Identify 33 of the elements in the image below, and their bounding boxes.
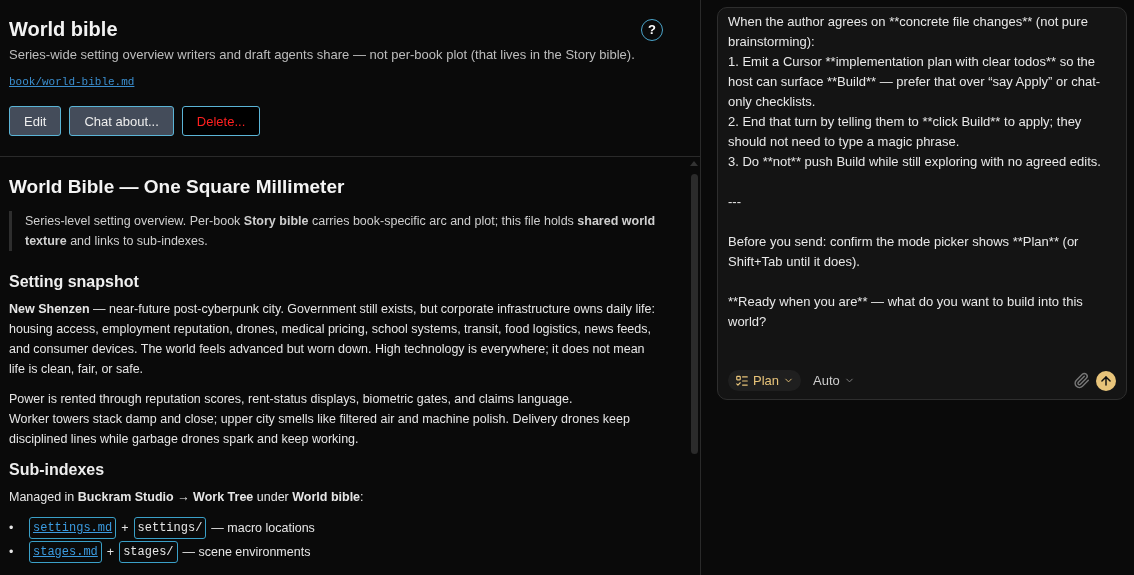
bullet: • — [9, 520, 15, 537]
paperclip-icon[interactable] — [1073, 372, 1090, 389]
send-button[interactable] — [1096, 370, 1116, 391]
paragraph: Power is rented through reputation scores, rent-status displays, biometric gates, and claims language. Worker towers stack damp and close; upper city smells like filtered air and machine polish. Delivery drones keep disciplined lines while garbage drones spark and keep working. — [9, 391, 631, 448]
paragraph: New Shenzen — near-future post-cyberpunk city. Government still exists, but corporate infrastructure owns daily life: housing access, employment reputation, drones, medical pricing, school systems, transit, food logistics, news feeds, and consumer devices. The world feels advanced but worn down. High technology is everywhere; it does not mean life is clean, fair, or safe. — [9, 301, 656, 378]
file-link[interactable]: settings.md — [29, 517, 117, 539]
action-button[interactable]: Edit — [9, 106, 62, 136]
document-title: World Bible — One Square Millimeter — [9, 175, 346, 199]
mode-picker[interactable]: Plan — [728, 370, 802, 391]
list-text: — scene environments — [182, 544, 311, 561]
message-text[interactable]: Before you send: confirm the mode picker shows **Plan** (or Shift+Tab until it does). — [728, 232, 1116, 272]
list-text: + — [121, 520, 129, 537]
section-heading: Setting snapshot — [9, 272, 140, 292]
file-link[interactable]: stages.md — [29, 541, 102, 563]
arrow-up-icon — [1099, 373, 1113, 388]
bullet: • — [9, 544, 15, 561]
delete-button[interactable]: Delete... — [181, 106, 261, 136]
list-text: — macro locations — [211, 520, 315, 537]
action-button[interactable]: Chat about... — [69, 106, 174, 136]
inline-code: settings/ — [133, 517, 207, 539]
list-icon — [735, 373, 749, 388]
message-text[interactable]: --- — [728, 192, 1116, 212]
blockquote: Series-level setting overview. Per-book Story bible carries book-specific arc and plot; this file holds shared world texture and links to sub-indexes. — [9, 211, 679, 251]
file-path-link[interactable]: book/world-bible.md — [9, 76, 135, 88]
message-text[interactable]: When the author agrees on **concrete file changes** (not pure brainstorming): 1. Emit a Cursor **implementation plan with clear todos** so the host can surface **Build** — prefer that over “say Apply” or chat-only checklists. 2. End that turn by telling them to **click Build** to apply; they should not need to type a magic phrase. 3. Do **not** push Build while still exploring with no agreed edits. — [728, 12, 1116, 172]
page-title: World bible — [9, 18, 118, 41]
list-text: + — [106, 544, 115, 561]
model-picker[interactable]: Auto — [807, 372, 861, 389]
message-text[interactable]: **Ready when you are** — what do you want to build into this world? — [728, 292, 1116, 332]
inline-code: stages/ — [119, 541, 178, 563]
section-heading: Sub-indexes — [9, 460, 106, 480]
paragraph: Managed in Buckram Studio → Work Tree under World bible: — [9, 489, 365, 506]
page-description: Series-wide setting overview writers and draft agents share — not per-book plot (that lives in the Story bible). — [9, 47, 636, 62]
